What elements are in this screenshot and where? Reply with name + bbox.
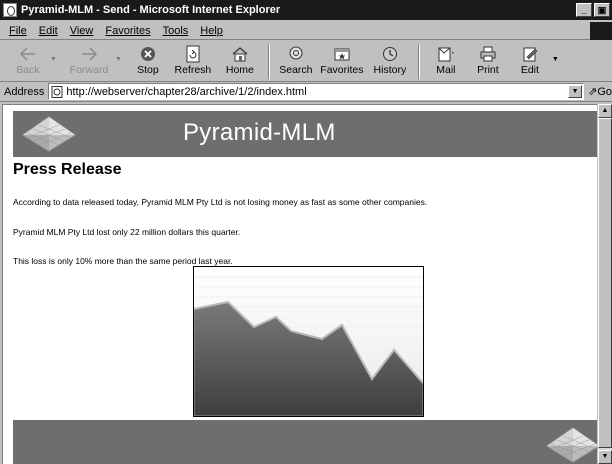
address-bar: Address http://webserver/chapter28/archi… xyxy=(0,82,612,102)
address-input[interactable]: http://webserver/chapter28/archive/1/2/i… xyxy=(48,83,585,100)
stop-icon xyxy=(137,44,159,64)
forward-button[interactable]: Forward xyxy=(65,42,113,82)
history-button[interactable]: History xyxy=(368,42,412,82)
address-label: Address xyxy=(4,85,45,98)
go-arrow-icon: ⇗ xyxy=(588,86,598,98)
forward-arrow-icon xyxy=(78,44,100,64)
paragraph-3: This loss is only 10% more than the same… xyxy=(13,256,233,266)
printer-icon xyxy=(477,44,499,64)
footer-banner xyxy=(13,420,597,464)
refresh-icon xyxy=(182,44,204,64)
home-icon xyxy=(229,44,251,64)
address-url: http://webserver/chapter28/archive/1/2/i… xyxy=(66,85,307,98)
menu-view[interactable]: View xyxy=(70,25,94,37)
toolbar-separator xyxy=(267,45,270,79)
paragraph-2: Pyramid MLM Pty Ltd lost only 22 million… xyxy=(13,227,241,237)
search-button[interactable]: Search xyxy=(276,42,316,82)
menu-edit[interactable]: Edit xyxy=(39,25,58,37)
refresh-button[interactable]: Refresh xyxy=(168,42,218,82)
menu-favorites[interactable]: Favorites xyxy=(105,25,150,37)
menu-help[interactable]: Help xyxy=(200,25,223,37)
pyramid-logo xyxy=(21,115,77,156)
scroll-thumb[interactable] xyxy=(598,118,612,448)
print-button[interactable]: Print xyxy=(466,42,510,82)
title-bar: Pyramid-MLM - Send - Microsoft Internet … xyxy=(0,0,612,20)
edit-dropdown-icon[interactable]: ▼ xyxy=(552,56,559,63)
scroll-up-icon[interactable]: ▲ xyxy=(598,104,612,118)
favorites-button[interactable]: Favorites xyxy=(316,42,368,82)
chart-graphic xyxy=(193,267,424,417)
paragraph-1: According to data released today, Pyrami… xyxy=(13,197,428,207)
maximize-button[interactable]: ▣ xyxy=(594,3,610,17)
vertical-scrollbar[interactable]: ▲ ▼ xyxy=(598,104,612,464)
back-arrow-icon xyxy=(17,44,39,64)
search-icon xyxy=(285,44,307,64)
address-dropdown-icon[interactable]: ▼ xyxy=(568,85,583,98)
menu-file[interactable]: File xyxy=(9,25,27,37)
forward-dropdown-icon[interactable]: ▼ xyxy=(115,56,122,63)
mail-icon xyxy=(435,44,457,64)
back-button[interactable]: Back xyxy=(8,42,48,82)
page-icon xyxy=(51,85,63,98)
window-title: Pyramid-MLM - Send - Microsoft Internet … xyxy=(21,4,281,16)
windows-logo xyxy=(590,22,612,40)
header-banner: Pyramid-MLM xyxy=(13,111,597,157)
menu-tools[interactable]: Tools xyxy=(163,25,189,37)
page-viewport: Pyramid-MLM Press Release According to d… xyxy=(2,104,597,464)
menu-bar: File Edit View Favorites Tools Help xyxy=(0,22,612,40)
go-button[interactable]: ⇗ Go xyxy=(588,85,612,99)
minimize-button[interactable]: _ xyxy=(576,3,592,17)
edit-page-icon xyxy=(519,44,541,64)
home-button[interactable]: Home xyxy=(218,42,262,82)
page-heading: Press Release xyxy=(13,161,122,178)
loss-chart-image xyxy=(193,266,424,417)
favorites-icon xyxy=(331,44,353,64)
internet-explorer-icon xyxy=(3,3,17,17)
pyramid-logo xyxy=(545,426,597,464)
brand-title: Pyramid-MLM xyxy=(183,119,336,146)
scroll-down-icon[interactable]: ▼ xyxy=(598,450,612,464)
toolbar-separator xyxy=(417,45,420,79)
standard-toolbar: Back ▼ Forward ▼ Stop Refresh Home Searc… xyxy=(0,42,612,82)
stop-button[interactable]: Stop xyxy=(128,42,168,82)
mail-button[interactable]: Mail xyxy=(426,42,466,82)
history-icon xyxy=(379,44,401,64)
edit-button[interactable]: Edit xyxy=(510,42,550,82)
back-dropdown-icon[interactable]: ▼ xyxy=(50,56,57,63)
